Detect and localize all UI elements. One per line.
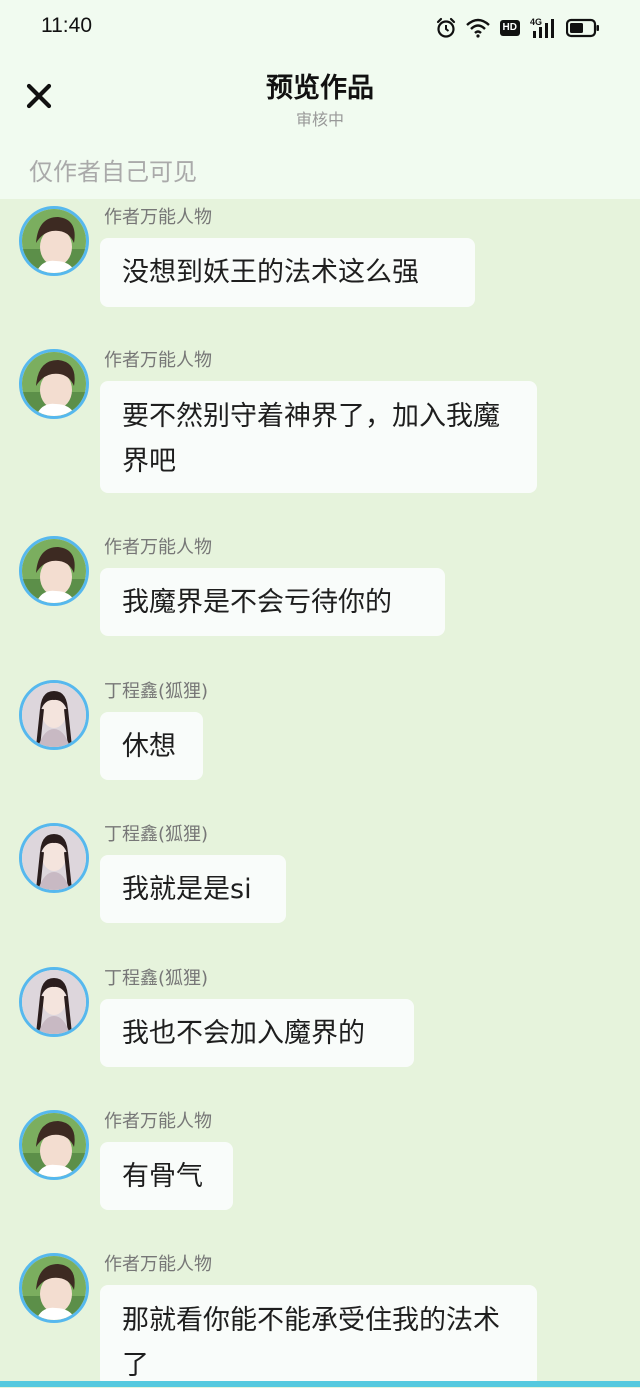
review-status: 审核中 (295, 110, 344, 129)
message-bubble: 没想到妖王的法术这么强 (100, 238, 475, 307)
status-icons: HD 4G (436, 16, 600, 40)
battery-icon (566, 18, 600, 38)
sender-name: 作者万能人物 (104, 537, 212, 558)
fox-avatar[interactable] (19, 967, 89, 1037)
fox-avatar[interactable] (19, 680, 89, 750)
author-avatar[interactable] (19, 349, 89, 419)
visibility-note: 仅作者自己可见 (29, 158, 197, 186)
header: 11:40 HD 4G 预览作品 审核中 仅作者自己可见 (0, 0, 640, 199)
message-bubble: 我也不会加入魔界的 (100, 999, 414, 1067)
author-avatar[interactable] (19, 206, 89, 276)
message-bubble: 那就看你能不能承受住我的法术了 (100, 1285, 537, 1387)
message-bubble: 休想 (100, 712, 203, 780)
message-bubble: 要不然别守着神界了，加入我魔界吧 (100, 381, 537, 493)
page-title: 预览作品 (266, 73, 374, 104)
sender-name: 丁程鑫(狐狸) (104, 824, 209, 845)
status-bar: 11:40 HD 4G (0, 0, 640, 56)
bottom-accent-bar (0, 1381, 640, 1387)
author-avatar[interactable] (19, 1110, 89, 1180)
alarm-icon (436, 17, 456, 39)
message-bubble: 我就是是si (100, 855, 286, 923)
author-avatar[interactable] (19, 536, 89, 606)
author-avatar[interactable] (19, 1253, 89, 1323)
sender-name: 丁程鑫(狐狸) (104, 681, 209, 702)
sender-name: 作者万能人物 (104, 1254, 212, 1275)
signal-4g-icon: 4G (530, 17, 556, 39)
wifi-icon (465, 18, 490, 38)
status-time: 11:40 (41, 14, 92, 37)
message-bubble: 我魔界是不会亏待你的 (100, 568, 445, 636)
message-bubble: 有骨气 (100, 1142, 233, 1210)
sender-name: 丁程鑫(狐狸) (104, 968, 209, 989)
sender-name: 作者万能人物 (104, 350, 212, 371)
hd-badge: HD (499, 20, 520, 36)
sender-name: 作者万能人物 (104, 1111, 212, 1132)
fox-avatar[interactable] (19, 823, 89, 893)
sender-name: 作者万能人物 (104, 207, 212, 228)
svg-text:4G: 4G (530, 17, 542, 27)
